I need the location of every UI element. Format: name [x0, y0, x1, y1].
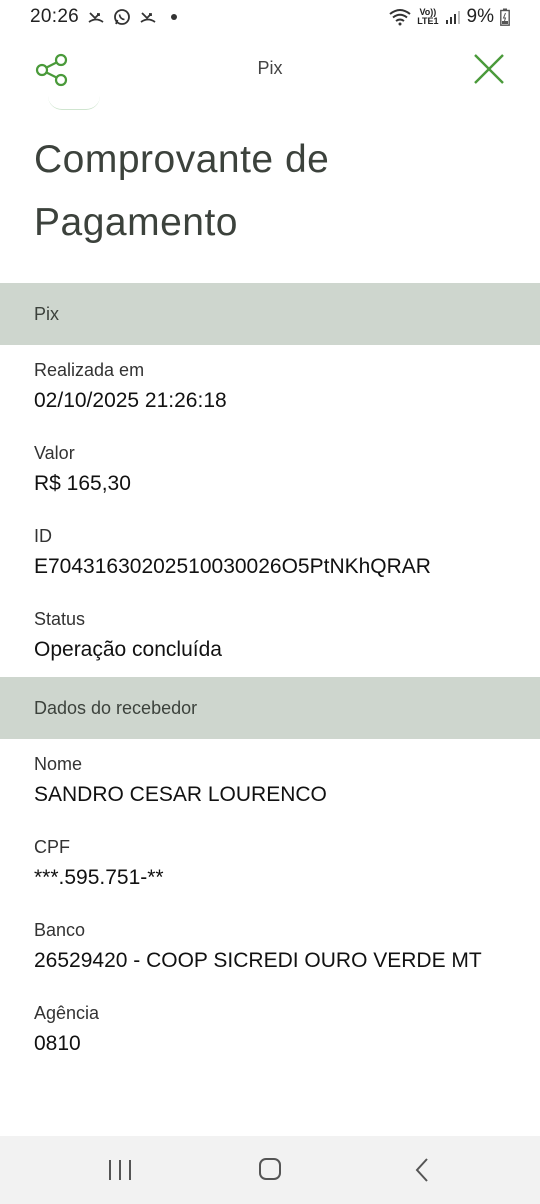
field-label: ID — [34, 526, 52, 546]
home-icon[interactable] — [250, 1154, 290, 1186]
recent-apps-icon[interactable] — [100, 1154, 140, 1186]
lte-label: LTE1 — [417, 16, 439, 26]
field-banco: Banco 26529420 - COOP SICREDI OURO VERDE… — [34, 918, 524, 976]
signal-icon — [445, 11, 460, 24]
battery-icon — [500, 8, 510, 26]
field-value: SANDRO CESAR LOURENCO — [34, 783, 327, 806]
page-title: Comprovante de Pagamento — [34, 138, 330, 244]
volte-indicator: Vo)) LTE1 — [417, 8, 438, 26]
field-cpf: CPF ***.595.751-** — [34, 835, 524, 893]
status-left: 20:26 — [30, 6, 178, 28]
decorative-arc — [48, 96, 100, 110]
status-right: Vo)) LTE1 9% — [389, 6, 510, 28]
field-label: Banco — [34, 920, 86, 940]
field-valor: Valor R$ 165,30 — [34, 441, 524, 499]
field-value: 26529420 - COOP SICREDI OURO VERDE MT — [34, 949, 482, 972]
field-label: Agência — [34, 1003, 100, 1023]
status-time: 20:26 — [30, 6, 80, 27]
battery-percentage: 9% — [466, 6, 494, 27]
header-title: Pix — [257, 58, 283, 78]
navigation-bar — [0, 1136, 540, 1204]
field-value: ***.595.751-** — [34, 866, 164, 889]
section-header-recebedor: Dados do recebedor — [0, 677, 540, 739]
field-value: 02/10/2025 21:26:18 — [34, 389, 227, 412]
field-label: Status — [34, 609, 86, 629]
missed-call-icon — [88, 12, 104, 23]
section-header-pix: Pix — [0, 283, 540, 345]
field-nome: Nome SANDRO CESAR LOURENCO — [34, 752, 524, 810]
field-value: 0810 — [34, 1032, 81, 1055]
whatsapp-icon — [114, 9, 130, 25]
field-agencia: Agência 0810 — [34, 1001, 524, 1059]
field-value: E70431630202510030026O5PtNKhQRAR — [34, 555, 431, 578]
missed-call-icon — [140, 12, 156, 23]
field-id: ID E70431630202510030026O5PtNKhQRAR — [34, 524, 524, 582]
notification-dot-icon — [171, 14, 178, 20]
field-realizada-em: Realizada em 02/10/2025 21:26:18 — [34, 358, 524, 416]
field-label: Nome — [34, 754, 83, 774]
field-value: Operação concluída — [34, 638, 222, 661]
field-label: Realizada em — [34, 360, 145, 380]
wifi-icon — [389, 9, 411, 26]
field-status: Status Operação concluída — [34, 607, 524, 665]
field-value: R$ 165,30 — [34, 472, 131, 495]
field-label: Valor — [34, 443, 75, 463]
field-label: CPF — [34, 837, 70, 857]
close-icon[interactable] — [472, 52, 506, 86]
back-icon[interactable] — [402, 1154, 442, 1186]
status-bar: 20:26 Vo)) LTE1 9% — [0, 0, 540, 34]
